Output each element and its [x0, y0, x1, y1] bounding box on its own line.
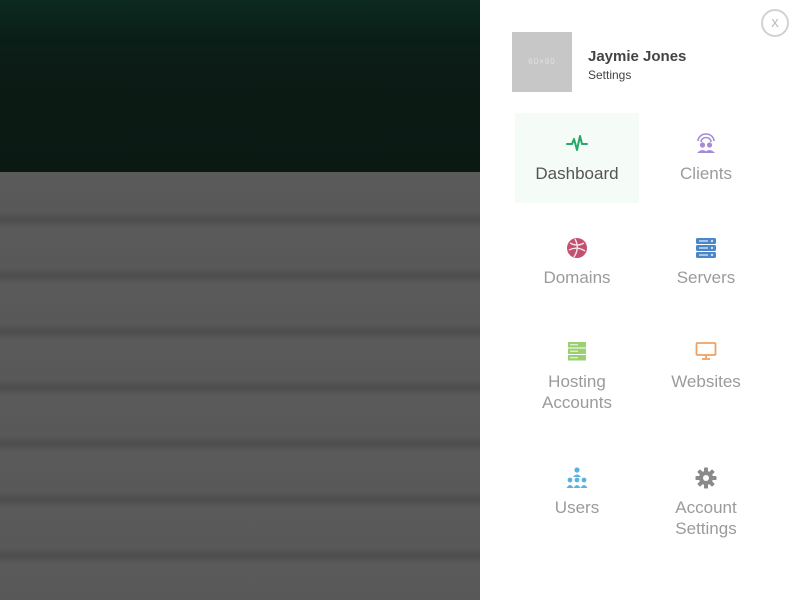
menu-item-label: Servers [676, 268, 736, 287]
menu-item-label: Dashboard [535, 164, 619, 183]
hosting-accounts-icon [568, 342, 586, 361]
clients-icon [697, 133, 715, 153]
backdrop-header [0, 0, 480, 172]
menu-item-clients[interactable]: Clients [644, 113, 768, 203]
users-icon [566, 467, 588, 488]
user-name: Jaymie Jones [588, 48, 687, 65]
menu-item-label: Account Settings [675, 498, 737, 538]
user-settings-link[interactable]: Settings [588, 68, 631, 82]
domains-globe-icon [567, 238, 587, 258]
menu-item-websites[interactable]: Websites [644, 321, 768, 421]
avatar: 60×60 [512, 32, 572, 92]
menu-item-label: Websites [671, 372, 741, 391]
dashboard-pulse-icon [566, 135, 588, 151]
dimmed-page-backdrop[interactable] [0, 0, 480, 600]
menu-item-hosting-accounts[interactable]: Hosting Accounts [515, 321, 639, 421]
menu-item-servers[interactable]: Servers [644, 217, 768, 307]
backdrop-content [0, 172, 480, 600]
menu-item-domains[interactable]: Domains [515, 217, 639, 307]
websites-monitor-icon [695, 342, 717, 360]
menu-item-label: Hosting Accounts [542, 372, 612, 412]
menu-item-users[interactable]: Users [515, 447, 639, 547]
account-settings-gear-icon [695, 467, 717, 489]
menu-item-label: Clients [680, 164, 732, 183]
menu-item-label: Domains [543, 268, 611, 287]
user-profile[interactable]: 60×60 Jaymie Jones Settings [512, 32, 772, 92]
menu-item-account-settings[interactable]: Account Settings [644, 447, 768, 547]
servers-icon [696, 238, 716, 258]
menu-item-label: Users [554, 498, 600, 517]
menu-item-dashboard[interactable]: Dashboard [515, 113, 639, 203]
side-menu-panel: x 60×60 Jaymie Jones Settings Dashboard … [480, 0, 800, 600]
